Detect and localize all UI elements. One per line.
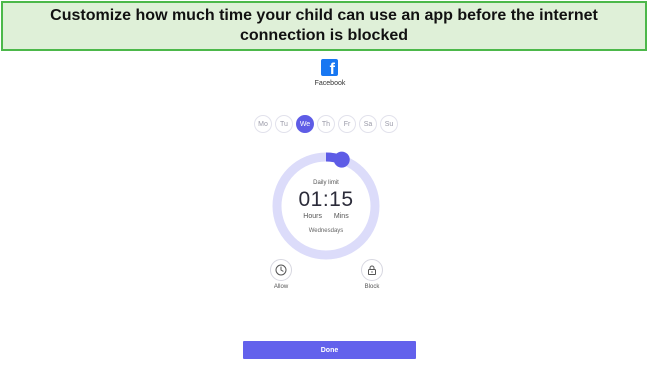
day-we[interactable]: We (296, 115, 314, 133)
dial-day: Wednesdays (308, 228, 344, 234)
mins-label: Mins (333, 213, 349, 220)
allow-label: Allow (273, 284, 289, 290)
allow-button[interactable] (270, 259, 292, 281)
allow-action[interactable]: Allow (266, 259, 296, 290)
daily-limit-dial[interactable]: Daily limit 01:15 Hours Mins Wednesdays (270, 150, 382, 262)
facebook-icon: f (321, 59, 338, 76)
lock-icon (368, 265, 376, 275)
day-su[interactable]: Su (380, 115, 398, 133)
facebook-glyph: f (329, 61, 335, 77)
caption-text: Customize how much time your child can u… (50, 7, 598, 44)
day-th[interactable]: Th (317, 115, 335, 133)
app-name: Facebook (314, 80, 346, 87)
dial-label: Daily limit (313, 180, 339, 186)
dial-handle[interactable] (333, 151, 350, 168)
block-label: Block (364, 284, 380, 290)
dial-time: 01:15 (298, 188, 354, 211)
day-tu[interactable]: Tu (275, 115, 293, 133)
block-action[interactable]: Block (357, 259, 387, 290)
clock-icon (275, 264, 287, 276)
day-fr[interactable]: Fr (338, 115, 356, 133)
dial-units: Hours Mins (270, 213, 382, 220)
caption-banner: Customize how much time your child can u… (1, 1, 647, 51)
hours-label: Hours (303, 213, 322, 220)
block-button[interactable] (361, 259, 383, 281)
day-sa[interactable]: Sa (359, 115, 377, 133)
done-button[interactable]: Done (243, 341, 416, 359)
day-selector: Mo Tu We Th Fr Sa Su (254, 115, 398, 133)
day-mo[interactable]: Mo (254, 115, 272, 133)
